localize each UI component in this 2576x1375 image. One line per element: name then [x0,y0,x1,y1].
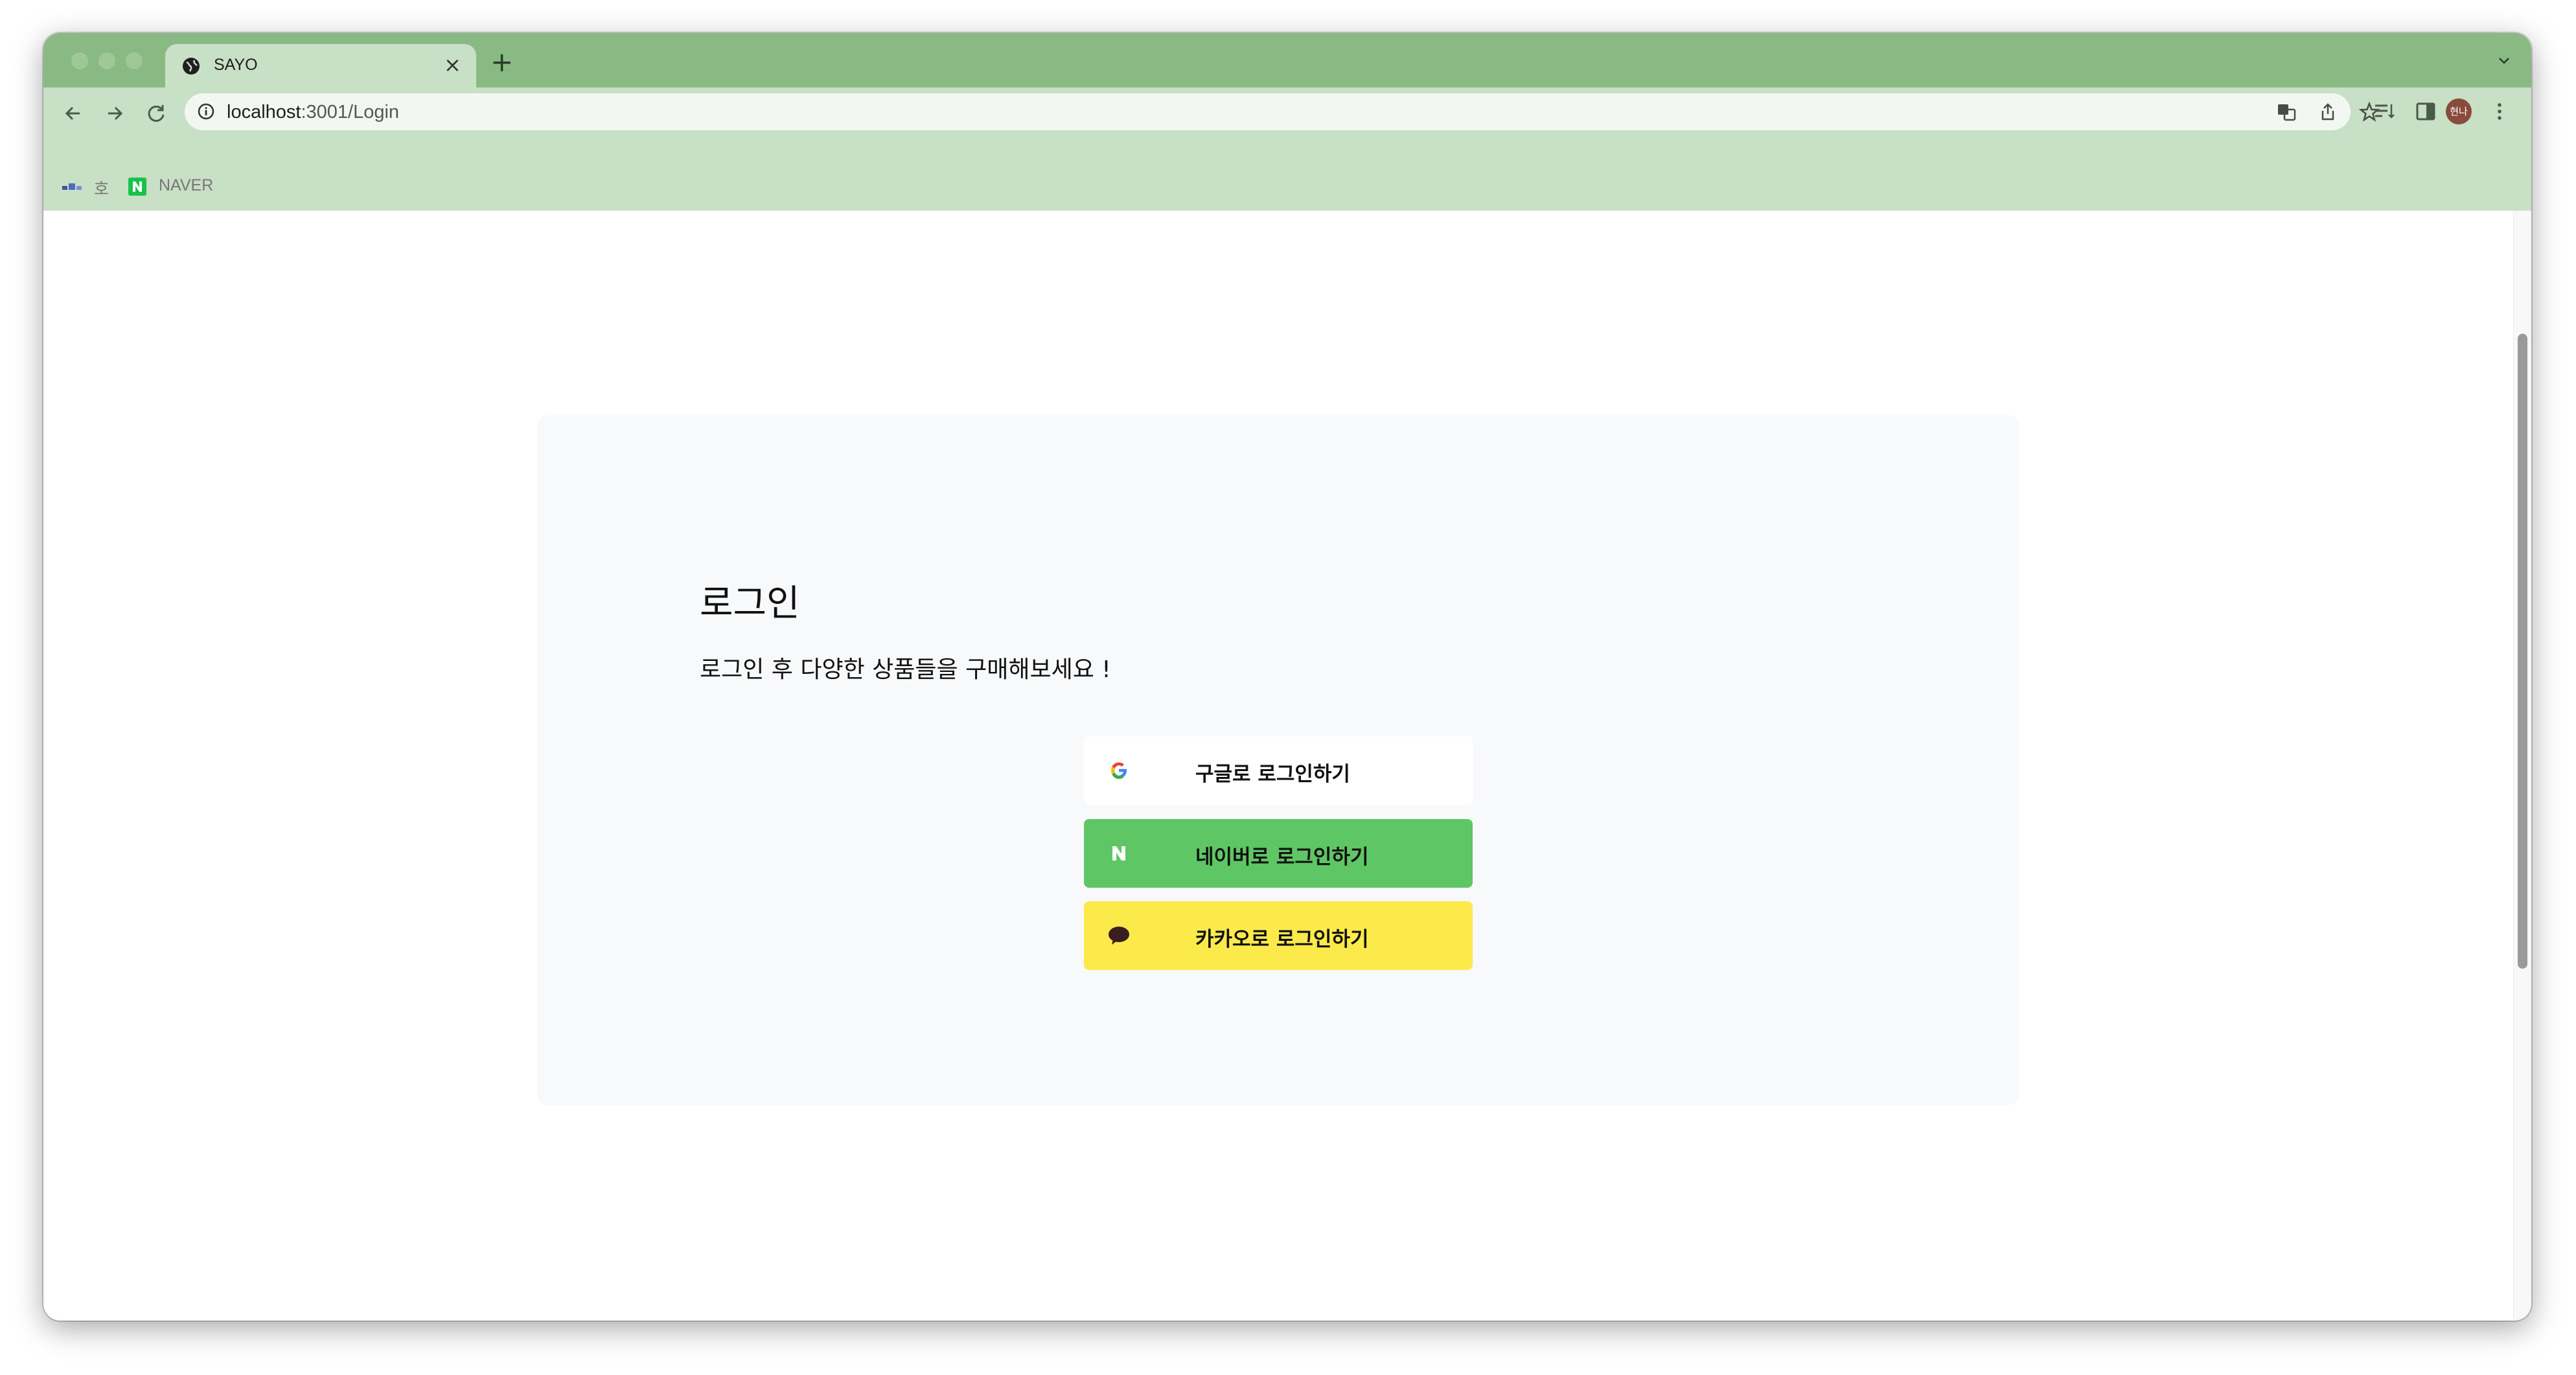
minimize-window-button[interactable] [98,52,115,69]
new-tab-button[interactable]: + [490,49,513,76]
site-info-icon[interactable] [196,102,216,121]
kakao-talk-icon [1109,927,1129,945]
bookmark-naver-label[interactable]: NAVER [159,176,213,195]
tab-strip: SAYO × + [43,33,2531,87]
share-icon[interactable] [2317,101,2339,123]
login-subtitle: 로그인 후 다양한 상품들을 구매해보세요 ! [700,656,1111,683]
google-login-label: 구글로 로그인하기 [1195,763,1350,786]
flag-icon [62,183,82,190]
browser-window: SAYO × + localhost:3001/Login 현나 호 NAVER… [43,33,2531,1321]
side-panel-icon[interactable] [2413,99,2438,124]
reading-list-icon[interactable] [2372,99,2397,124]
browser-toolbar: localhost:3001/Login 현나 호 NAVER [43,87,2531,211]
google-icon [1111,762,1127,779]
naver-login-label: 네이버로 로그인하기 [1195,846,1369,869]
naver-login-button[interactable]: 네이버로 로그인하기 [1084,819,1473,888]
chevron-down-icon[interactable] [2496,52,2512,68]
url-text[interactable]: localhost:3001/Login [227,102,399,123]
url-host: localhost [227,102,301,122]
naver-n-icon [1112,846,1125,861]
page-title: 로그인 [700,583,800,625]
zoom-window-button[interactable] [126,52,143,69]
kakao-login-label: 카카오로 로그인하기 [1195,928,1369,951]
globe-icon [183,58,200,75]
google-login-button[interactable]: 구글로 로그인하기 [1084,736,1473,805]
bookmark-1-label[interactable]: 호 [94,176,109,200]
page-content: 로그인 로그인 후 다양한 상품들을 구매해보세요 ! 구글로 로그인하기 네이… [43,211,2514,1321]
close-window-button[interactable] [71,52,88,69]
back-arrow-icon[interactable] [60,100,86,126]
page-scrollbar[interactable] [2513,211,2531,1321]
login-card: 로그인 로그인 후 다양한 상품들을 구매해보세요 ! 구글로 로그인하기 네이… [538,415,2019,1105]
scrollbar-thumb[interactable] [2518,334,2527,969]
forward-arrow-icon[interactable] [102,100,128,126]
translate-icon[interactable] [2275,101,2297,123]
address-bar[interactable]: localhost:3001/Login [185,93,2380,130]
profile-avatar[interactable]: 현나 [2446,98,2472,124]
tab-sayo[interactable]: SAYO × [165,44,476,87]
bookmarks-bar: 호 NAVER [43,172,2531,204]
naver-icon [128,178,146,196]
kakao-login-button[interactable]: 카카오로 로그인하기 [1084,901,1473,970]
url-path: :3001/Login [301,102,400,122]
more-menu-icon[interactable] [2487,99,2512,124]
tab-close-button[interactable]: × [444,52,461,78]
reload-icon[interactable] [143,100,169,126]
tab-title: SAYO [214,56,258,74]
